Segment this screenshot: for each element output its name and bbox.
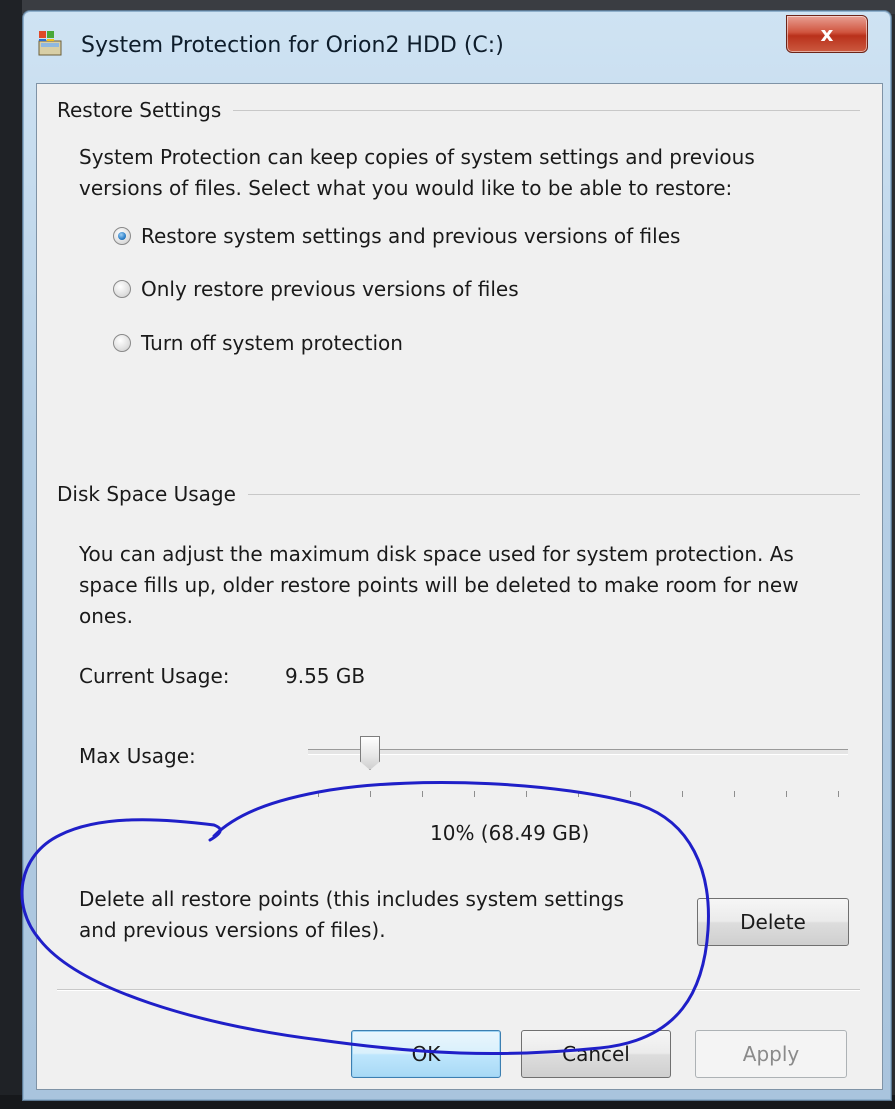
slider-tick xyxy=(422,791,423,797)
slider-tick xyxy=(734,791,735,797)
slider-tick xyxy=(474,791,475,797)
max-usage-slider-track[interactable] xyxy=(308,749,848,755)
radio-label: Restore system settings and previous ver… xyxy=(141,224,681,248)
max-usage-label: Max Usage: xyxy=(79,744,196,768)
current-usage-value: 9.55 GB xyxy=(285,664,366,688)
slider-tick xyxy=(630,791,631,797)
radio-button[interactable] xyxy=(113,280,131,298)
current-usage-label: Current Usage: xyxy=(79,664,230,688)
slider-tick xyxy=(786,791,787,797)
dialog-client-area: Restore Settings System Protection can k… xyxy=(36,83,883,1090)
radio-restore-settings-and-files[interactable]: Restore system settings and previous ver… xyxy=(113,224,680,248)
max-usage-value: 10% (68.49 GB) xyxy=(430,821,590,845)
delete-button[interactable]: Delete xyxy=(697,898,849,946)
radio-label: Turn off system protection xyxy=(141,331,403,355)
restore-description-line-2: versions of files. Select what you would… xyxy=(79,176,733,200)
disk-space-heading: Disk Space Usage xyxy=(57,482,248,506)
radio-label: Only restore previous versions of files xyxy=(141,277,519,301)
restore-description-line-1: System Protection can keep copies of sys… xyxy=(79,145,755,169)
footer-separator xyxy=(57,989,860,991)
radio-only-previous-versions[interactable]: Only restore previous versions of files xyxy=(113,277,519,301)
radio-button[interactable] xyxy=(113,334,131,352)
max-usage-slider-thumb[interactable] xyxy=(360,736,380,770)
close-button[interactable]: x xyxy=(786,15,868,53)
slider-tick xyxy=(838,791,839,797)
radio-button-selected[interactable] xyxy=(113,227,131,245)
disk-description-line-2: space fills up, older restore points wil… xyxy=(79,573,799,597)
delete-description-line-1: Delete all restore points (this includes… xyxy=(79,887,624,911)
slider-tick xyxy=(318,791,319,797)
disk-description-line-3: ones. xyxy=(79,604,133,628)
disk-description-line-1: You can adjust the maximum disk space us… xyxy=(79,542,794,566)
close-icon: x xyxy=(820,22,834,46)
title-bar[interactable]: System Protection for Orion2 HDD (C:) x xyxy=(23,11,891,83)
delete-description-line-2: and previous versions of files). xyxy=(79,918,386,942)
restore-settings-heading: Restore Settings xyxy=(57,98,234,122)
ok-button[interactable]: OK xyxy=(351,1030,501,1078)
cancel-button[interactable]: Cancel xyxy=(521,1030,671,1078)
slider-tick xyxy=(370,791,371,797)
system-properties-icon xyxy=(38,31,62,56)
slider-tick xyxy=(682,791,683,797)
slider-tick xyxy=(526,791,527,797)
desktop-background-left xyxy=(0,0,22,1109)
apply-button[interactable]: Apply xyxy=(695,1030,847,1078)
system-protection-dialog: System Protection for Orion2 HDD (C:) x … xyxy=(22,10,892,1101)
slider-tick xyxy=(578,791,579,797)
window-title: System Protection for Orion2 HDD (C:) xyxy=(81,33,504,58)
radio-turn-off-protection[interactable]: Turn off system protection xyxy=(113,331,403,355)
